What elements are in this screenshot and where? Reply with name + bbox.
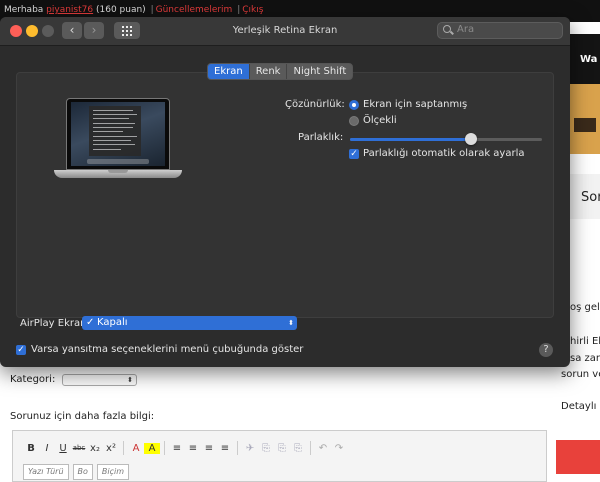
resolution-scaled-label[interactable]: Ölçekli xyxy=(363,115,397,126)
align-justify-button[interactable]: ≡ xyxy=(217,443,233,454)
font-family-select[interactable]: Yazı Türü xyxy=(23,464,69,480)
search-icon xyxy=(443,25,451,33)
sidebar-thumbnail[interactable] xyxy=(570,84,600,154)
sidebar-banner-text: Wa xyxy=(580,54,598,65)
resolution-default-label[interactable]: Ekran için saptanmış xyxy=(363,99,467,110)
back-button[interactable]: ‹ xyxy=(62,22,82,39)
tab-night-shift[interactable]: Night Shift xyxy=(287,64,353,79)
bg-red-block xyxy=(556,440,600,474)
tab-ekran[interactable]: Ekran xyxy=(208,64,250,79)
separator: | xyxy=(237,5,241,15)
sidebar-ask-text: Sor xyxy=(581,190,600,205)
points-text: (160 puan) xyxy=(95,5,146,15)
bg-snippet: sa zan xyxy=(570,353,600,364)
subscript-button[interactable]: x₂ xyxy=(87,443,103,454)
bg-snippet: oş gele xyxy=(570,302,600,313)
bg-snippet: sorun ve xyxy=(561,369,600,380)
cut-button[interactable]: ✈ xyxy=(242,443,258,454)
text-color-button[interactable]: A xyxy=(128,443,144,454)
brightness-slider[interactable] xyxy=(350,133,542,145)
align-right-button[interactable]: ≡ xyxy=(201,443,217,454)
show-all-grid-button[interactable] xyxy=(114,22,140,39)
search-placeholder: Ara xyxy=(457,24,475,35)
search-field[interactable]: Ara xyxy=(437,22,563,39)
laptop-illustration xyxy=(54,98,182,182)
editor-toolbar-row-1: B I U abc x₂ x² A A ≡ ≡ ≡ ≡ ✈ ⎘ ⎘ ⎘ ↶ ↷ xyxy=(23,439,347,457)
font-size-select[interactable]: Bo xyxy=(72,464,93,480)
align-center-button[interactable]: ≡ xyxy=(185,443,201,454)
italic-button[interactable]: I xyxy=(39,443,55,454)
bg-snippet: hirli El xyxy=(570,336,600,347)
sidebar-ask-box[interactable]: Sor xyxy=(570,174,600,219)
user-greeting: Merhaba piyanist76 (160 puan) | Güncellem… xyxy=(4,5,263,15)
tab-renk[interactable]: Renk xyxy=(249,64,288,79)
airplay-value: Kapalı xyxy=(97,317,128,328)
format-select[interactable]: Biçim xyxy=(96,464,130,480)
strikethrough-button[interactable]: abc xyxy=(71,444,87,452)
undo-button[interactable]: ↶ xyxy=(315,443,331,454)
mirroring-checkbox[interactable]: ✓ xyxy=(16,345,26,355)
resolution-scaled-radio[interactable] xyxy=(349,116,359,126)
checkmark-icon: ✓ xyxy=(86,317,95,328)
paste-button[interactable]: ⎘ xyxy=(274,443,290,454)
more-info-label: Sorunuz için daha fazla bilgi: xyxy=(10,411,155,422)
paste-text-button[interactable]: ⎘ xyxy=(290,443,306,454)
auto-brightness-label[interactable]: Parlaklığı otomatik olarak ayarla xyxy=(363,148,525,159)
copy-button[interactable]: ⎘ xyxy=(258,443,274,454)
brightness-fill xyxy=(350,138,471,141)
tab-segmented-control: Ekran Renk Night Shift xyxy=(207,63,354,80)
rich-text-editor[interactable]: B I U abc x₂ x² A A ≡ ≡ ≡ ≡ ✈ ⎘ ⎘ ⎘ ↶ ↷ … xyxy=(12,430,547,482)
brightness-knob[interactable] xyxy=(464,133,477,145)
resolution-label: Çözünürlük: xyxy=(285,99,345,110)
redo-button[interactable]: ↷ xyxy=(331,443,347,454)
chevron-updown-icon: ⬍ xyxy=(288,319,294,327)
superscript-button[interactable]: x² xyxy=(103,443,119,454)
resolution-default-radio[interactable] xyxy=(349,100,359,110)
title-bar[interactable]: Yerleşik Retina Ekran ‹ › Ara xyxy=(0,17,570,46)
username-link[interactable]: piyanist76 xyxy=(46,5,93,15)
airplay-label: AirPlay Ekran xyxy=(20,318,87,329)
kategori-select[interactable]: ⬍ xyxy=(62,374,137,386)
sidebar-dark-banner: Wa xyxy=(570,34,600,84)
bg-snippet: Detaylı b xyxy=(561,401,600,412)
airplay-select[interactable]: ✓ Kapalı ⬍ xyxy=(82,316,297,330)
help-button[interactable]: ? xyxy=(539,343,553,357)
underline-button[interactable]: U xyxy=(55,443,71,454)
kategori-label: Kategori: xyxy=(10,374,56,385)
editor-toolbar-row-2: Yazı Türü Bo Biçim xyxy=(23,463,133,481)
forward-button[interactable]: › xyxy=(84,22,104,39)
logout-link[interactable]: Çıkış xyxy=(242,5,263,15)
highlight-button[interactable]: A xyxy=(144,442,160,454)
mirroring-label[interactable]: Varsa yansıtma seçeneklerini menü çubuğu… xyxy=(31,344,303,355)
auto-brightness-checkbox[interactable]: ✓ xyxy=(349,149,359,159)
greeting-text: Merhaba xyxy=(4,5,44,15)
display-preferences-window: Yerleşik Retina Ekran ‹ › Ara Ekran Renk… xyxy=(0,17,570,367)
separator: | xyxy=(150,5,154,15)
align-left-button[interactable]: ≡ xyxy=(169,443,185,454)
updates-link[interactable]: Güncellemelerim xyxy=(156,5,233,15)
brightness-label: Parlaklık: xyxy=(298,132,344,143)
bold-button[interactable]: B xyxy=(23,443,39,454)
